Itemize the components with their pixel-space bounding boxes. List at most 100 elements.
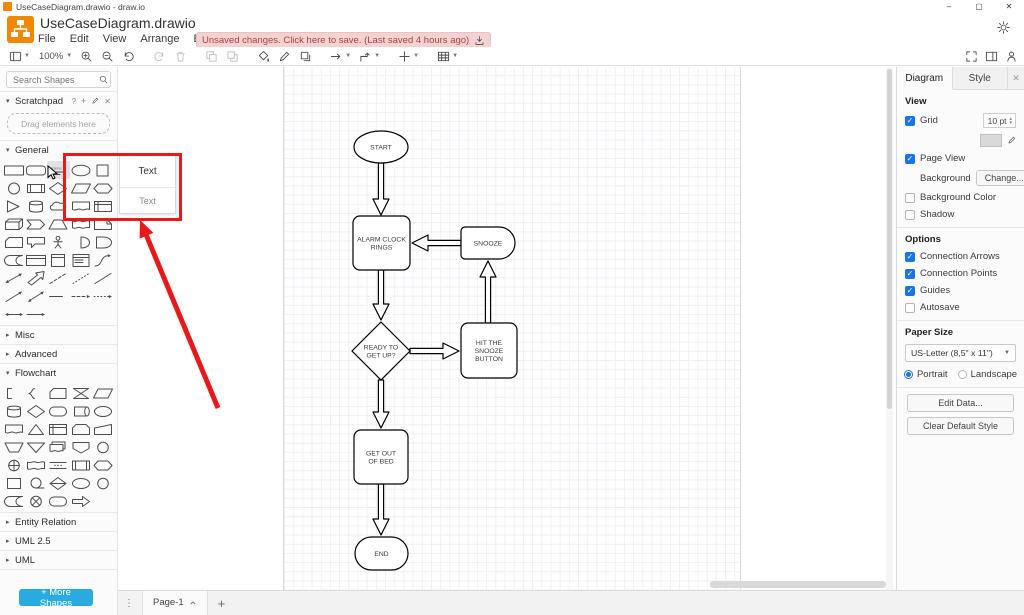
flow-arrow-7[interactable] [373,484,389,535]
shape-fc-predefined[interactable] [70,456,92,474]
search-input[interactable] [11,74,99,86]
shape-curve[interactable] [92,251,114,269]
shape-cloud[interactable] [47,197,69,215]
shape-data-storage[interactable] [3,251,25,269]
section-uml25[interactable]: ▸ UML 2.5 [0,532,117,550]
shape-square[interactable] [92,161,114,179]
table-icon[interactable]: ▼ [434,48,461,64]
edit-color-pencil-icon[interactable] [1007,136,1016,145]
shape-fc-multi-doc[interactable] [47,438,69,456]
background-color-checkbox[interactable] [905,193,915,203]
shape-fc-merge[interactable] [25,438,47,456]
tab-diagram[interactable]: Diagram [897,67,953,90]
shape-card[interactable] [3,233,25,251]
search-shapes-box[interactable] [6,71,111,88]
format-panel-icon[interactable] [985,50,998,63]
shape-step[interactable] [25,215,47,233]
scratchpad-header[interactable]: ▾ Scratchpad ? + ✕ [0,92,117,110]
shape-dashed-edge[interactable] [70,287,92,305]
shape-fc-stored[interactable] [3,492,25,510]
flow-arrow-1[interactable] [373,163,389,215]
node-getout[interactable]: GET OUTOF BED [354,430,408,484]
shape-circle[interactable] [3,179,25,197]
shape-link[interactable] [47,287,69,305]
shape-document[interactable] [70,197,92,215]
section-uml[interactable]: ▸ UML [0,551,117,569]
paper-size-select[interactable]: US-Letter (8,5" x 11") ▼ [905,344,1016,362]
autosave-checkbox[interactable] [905,303,915,313]
undo-icon[interactable] [119,48,138,64]
node-ready[interactable]: READY TOGET UP? [352,322,410,380]
add-page-icon[interactable]: + [218,596,226,611]
shape-fc-card[interactable] [47,384,69,402]
shape-dotted-edge[interactable] [92,287,114,305]
shape-fc-brace[interactable] [25,384,47,402]
shape-fc-decision[interactable] [25,402,47,420]
shape-fc-bracket[interactable] [3,384,25,402]
close-icon[interactable]: ✕ [104,97,111,106]
section-general[interactable]: ▾ General [0,141,117,159]
flow-arrow-6[interactable] [373,380,389,428]
shape-fc-extract[interactable] [25,420,47,438]
shape-diagonal-arrow[interactable] [25,269,47,287]
shape-trapezoid[interactable] [47,215,69,233]
shape-fc-terminator[interactable] [47,492,69,510]
shape-parallelogram[interactable] [70,179,92,197]
scratchpad-drop-area[interactable]: Drag elements here [7,113,110,134]
zoom-in-icon[interactable] [77,48,96,64]
add-icon[interactable]: + [81,96,86,106]
shape-tape[interactable] [70,215,92,233]
more-shapes-button[interactable]: + More Shapes [19,589,93,606]
section-entity-relation[interactable]: ▸ Entity Relation [0,513,117,531]
shape-process[interactable] [25,179,47,197]
menu-file[interactable]: File [38,33,56,45]
shape-fc-preparation[interactable] [92,456,114,474]
shape-fc-database[interactable] [3,402,25,420]
shape-fc-tape[interactable] [25,456,47,474]
shape-list[interactable] [70,251,92,269]
zoom-level-dropdown[interactable]: 100%▼ [35,48,75,64]
shape-fc-direct-data[interactable] [47,402,69,420]
shape-arrow-edge[interactable] [25,305,47,323]
shape-arrow-line[interactable] [3,287,25,305]
shape-fc-terminator-ellipse[interactable] [92,402,114,420]
shape-vertical-container[interactable] [47,251,69,269]
shape-note[interactable] [92,215,114,233]
insert-icon[interactable]: ▼ [395,48,422,64]
flowchart-drawing[interactable]: STARTALARM CLOCKRINGSSNOOZEREADY TOGET U… [118,67,893,590]
shape-fc-ellipse[interactable] [70,474,92,492]
edit-icon[interactable] [91,97,99,105]
shape-or[interactable] [70,233,92,251]
shape-fc-or[interactable] [3,456,25,474]
save-download-icon[interactable] [474,35,485,46]
shape-dashed-line[interactable] [47,269,69,287]
connection-style-icon[interactable]: ▼ [327,48,354,64]
theme-toggle-sun-icon[interactable] [997,21,1010,34]
guides-checkbox[interactable]: ✓ [905,286,915,296]
shape-fc-loop-limit[interactable] [70,420,92,438]
edit-data-button[interactable]: Edit Data... [907,394,1014,412]
clear-default-style-button[interactable]: Clear Default Style [907,417,1014,435]
shape-line[interactable] [92,269,114,287]
search-icon[interactable] [99,75,108,84]
section-flowchart[interactable]: ▾ Flowchart [0,364,117,382]
shape-container[interactable] [25,251,47,269]
unsaved-changes-banner[interactable]: Unsaved changes. Click here to save. (La… [196,32,491,48]
shape-cylinder[interactable] [25,197,47,215]
section-misc[interactable]: ▸ Misc [0,326,117,344]
waypoint-style-icon[interactable]: ▼ [356,48,383,64]
flow-arrow-4[interactable] [373,270,389,320]
shape-double-arrow-line[interactable] [25,287,47,305]
edit-style-icon[interactable] [275,48,294,64]
shape-fc-manual-op[interactable] [3,438,25,456]
pages-menu-icon[interactable]: ⋮ [124,598,134,609]
grid-color-swatch[interactable] [980,134,1002,147]
change-background-button[interactable]: Change... [976,170,1024,186]
node-end[interactable]: END [355,537,408,570]
page-view-checkbox[interactable]: ✓ [905,154,915,164]
fill-color-icon[interactable] [254,48,273,64]
shape-fc-das[interactable] [70,402,92,420]
shape-fc-circle[interactable] [92,474,114,492]
view-panels-icon[interactable]: ▼ [6,48,33,64]
shape-triangle[interactable] [3,197,25,215]
